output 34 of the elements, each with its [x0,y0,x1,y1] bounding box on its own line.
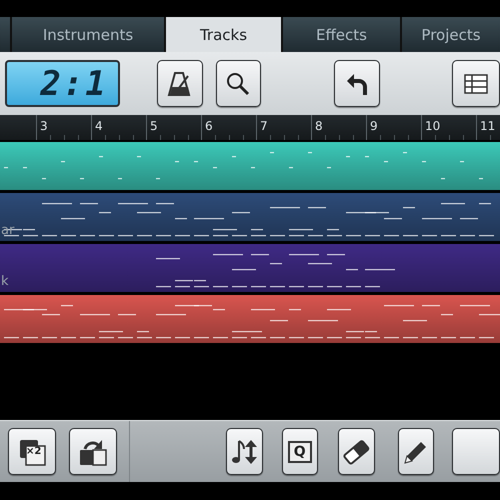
bar-number: 5 [150,119,158,133]
pencil-button[interactable] [398,428,434,475]
duplicate-button[interactable]: ×2 [8,428,56,475]
quantize-button[interactable]: Q [282,428,318,475]
bar-number: 7 [260,119,268,133]
tab[interactable]: Projects [402,17,500,52]
metronome-icon [166,70,193,96]
undo-icon [346,72,368,96]
eraser-button[interactable] [338,428,374,475]
bar-number: 6 [205,119,213,133]
bar-number: 10 [425,119,440,133]
tab[interactable]: Tracks [166,17,281,52]
metronome-button[interactable] [156,60,203,107]
stacked-squares-icon [18,438,46,466]
search-icon [226,72,250,96]
bar-number: 9 [370,119,378,133]
bar-number: 11 [480,119,496,133]
search-button[interactable] [216,60,262,107]
position-display: 2:1 [5,60,120,107]
undo-button[interactable] [334,60,380,107]
list-view-button[interactable] [452,60,500,107]
track-region[interactable] [0,142,500,190]
toolbar-button[interactable] [452,428,500,475]
tab[interactable]: Instruments [12,17,164,52]
bar-number: 8 [315,119,323,133]
track-region[interactable]: k [0,244,500,292]
bar-number: 4 [95,119,103,133]
track-name: k [1,274,9,289]
bar-number: 3 [40,119,48,133]
tab[interactable]: Effects [283,17,400,52]
transpose-button[interactable] [226,428,262,475]
swap-button[interactable] [69,428,117,475]
list-icon [464,74,488,94]
track-region[interactable] [0,295,500,343]
